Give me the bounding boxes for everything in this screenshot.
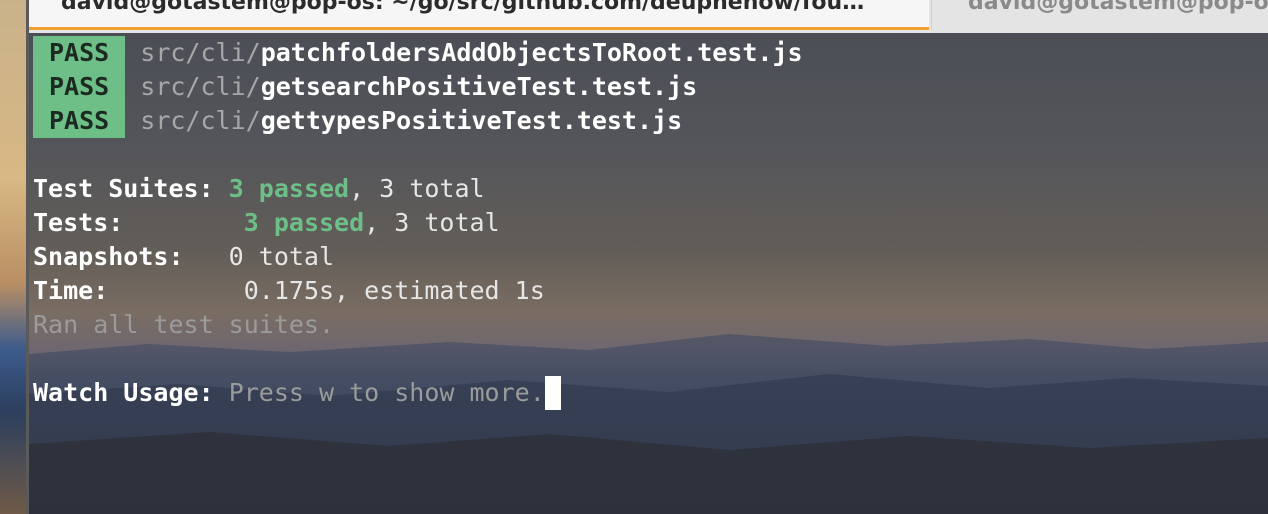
tab-active[interactable]: david@gotastem@pop-os: ~/go/src/github.c…	[29, 0, 929, 30]
test-file: patchfoldersAddObjectsToRoot.test.js	[260, 38, 803, 67]
watch-hint: Press w to show more.	[228, 378, 545, 407]
time-value: 0.175s, estimated 1s	[243, 276, 545, 305]
suites-total: , 3 total	[349, 174, 485, 203]
tests-total: , 3 total	[364, 208, 500, 237]
snapshots-value: 0 total	[228, 242, 335, 271]
summary-suites: Test Suites: 3 passed, 3 total	[33, 172, 803, 206]
terminal-cursor	[544, 376, 561, 410]
ran-all-line: Ran all test suites.	[33, 308, 803, 342]
tests-passed: 3 passed	[243, 208, 365, 237]
test-dir: src/cli/	[140, 72, 261, 101]
suites-label: Test Suites:	[33, 174, 214, 203]
summary-tests: Tests: 3 passed, 3 total	[33, 206, 803, 240]
test-file: getsearchPositiveTest.test.js	[260, 72, 698, 101]
test-dir: src/cli/	[140, 106, 261, 135]
test-result-row: PASS src/cli/gettypesPositiveTest.test.j…	[33, 104, 803, 138]
pass-badge: PASS	[33, 36, 126, 70]
pass-badge: PASS	[33, 104, 126, 138]
suites-passed: 3 passed	[228, 174, 350, 203]
watch-label: Watch Usage:	[33, 378, 214, 407]
test-result-row: PASS src/cli/getsearchPositiveTest.test.…	[33, 70, 803, 104]
tab-inactive[interactable]: david@gotastem@pop-os	[931, 0, 1268, 30]
snapshots-label: Snapshots:	[33, 242, 184, 271]
test-file: gettypesPositiveTest.test.js	[260, 106, 683, 135]
time-label: Time:	[33, 276, 109, 305]
test-result-row: PASS src/cli/patchfoldersAddObjectsToRoo…	[33, 36, 803, 70]
tests-label: Tests:	[33, 208, 124, 237]
test-dir: src/cli/	[140, 38, 261, 67]
pass-badge: PASS	[33, 70, 126, 104]
watch-usage-line: Watch Usage: Press w to show more.	[33, 376, 803, 410]
summary-snapshots: Snapshots: 0 total	[33, 240, 803, 274]
terminal-output[interactable]: PASS src/cli/patchfoldersAddObjectsToRoo…	[29, 33, 1268, 514]
terminal-tab-bar: david@gotastem@pop-os: ~/go/src/github.c…	[29, 0, 1268, 33]
ran-all-text: Ran all test suites.	[33, 310, 335, 339]
summary-time: Time: 0.175s, estimated 1s	[33, 274, 803, 308]
desktop-wallpaper	[0, 0, 28, 514]
